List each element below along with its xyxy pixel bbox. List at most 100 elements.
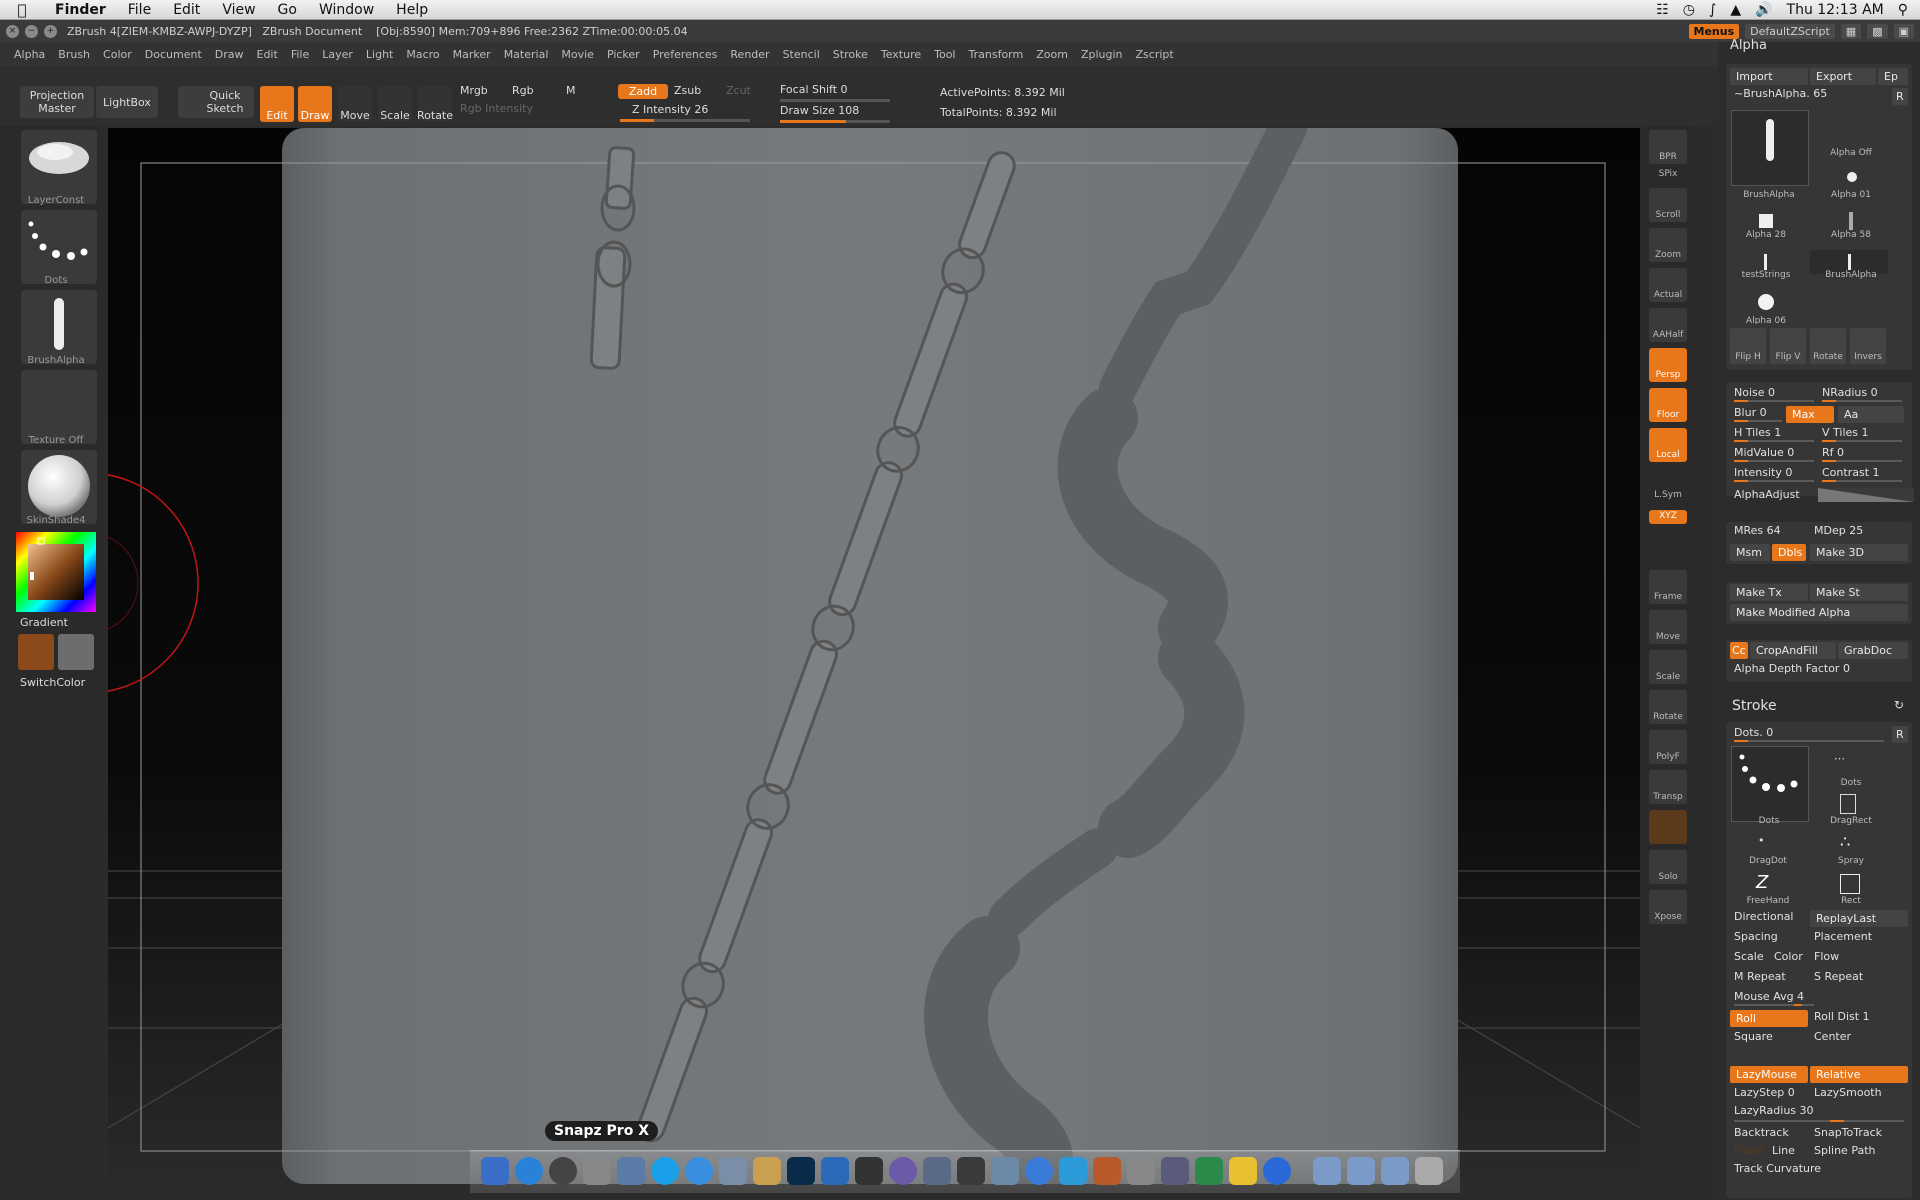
documents-folder-icon[interactable] [1347, 1157, 1375, 1185]
quicktime-icon[interactable] [1263, 1157, 1291, 1185]
msm-button[interactable]: Msm [1730, 544, 1770, 561]
xpose-button[interactable]: Xpose [1649, 890, 1687, 924]
cropandfill-button[interactable]: CropAndFill [1750, 642, 1836, 659]
aahalf-button[interactable]: AAHalf [1649, 308, 1687, 342]
secondary-color-swatch[interactable] [58, 634, 94, 670]
photoshop-icon[interactable] [787, 1157, 815, 1185]
stroke-reset-icon[interactable]: ↻ [1894, 698, 1904, 712]
make3d-button[interactable]: Make 3D [1810, 544, 1908, 561]
zmenu-edit[interactable]: Edit [257, 48, 278, 61]
move-view-button[interactable]: Move [1649, 610, 1687, 644]
zoom-button[interactable]: Zoom [1649, 228, 1687, 262]
defaultzscript-button[interactable]: DefaultZScript [1745, 23, 1835, 39]
intensity-slider[interactable]: Intensity 0 [1734, 466, 1792, 479]
stroke-thumb-dots[interactable] [1731, 746, 1809, 822]
material-thumbnail[interactable] [21, 450, 97, 524]
scale-view-button[interactable]: Scale [1649, 650, 1687, 684]
zmenu-picker[interactable]: Picker [607, 48, 640, 61]
spray-icon[interactable]: ∴ [1840, 832, 1860, 852]
zmenu-marker[interactable]: Marker [453, 48, 491, 61]
local-button[interactable]: Local [1649, 428, 1687, 462]
dragdot-icon[interactable]: • [1758, 834, 1778, 852]
dots-slider[interactable]: Dots. 0 [1734, 726, 1773, 739]
draw-button[interactable]: Draw [298, 86, 332, 122]
roll-dist-slider[interactable]: Roll Dist 1 [1814, 1010, 1870, 1023]
zmenu-stroke[interactable]: Stroke [833, 48, 868, 61]
mouse-avg-slider[interactable]: Mouse Avg 4 [1734, 990, 1804, 1003]
dragrect-icon[interactable] [1840, 794, 1856, 814]
dashboard-icon[interactable] [549, 1157, 577, 1185]
scroll-button[interactable]: Scroll [1649, 188, 1687, 222]
menu-help[interactable]: Help [385, 2, 439, 18]
stroke-palette-title[interactable]: Stroke [1732, 698, 1777, 714]
srepeat-slider[interactable]: S Repeat [1814, 970, 1863, 983]
zmenu-preferences[interactable]: Preferences [653, 48, 718, 61]
spix-slider[interactable]: SPix [1649, 166, 1687, 184]
alpha-r-button[interactable]: R [1892, 88, 1908, 105]
rotate-button[interactable]: Rotate [417, 86, 453, 122]
teststrings-icon[interactable] [1764, 254, 1767, 270]
notes-icon[interactable] [753, 1157, 781, 1185]
zmenu-document[interactable]: Document [145, 48, 202, 61]
zmenu-brush[interactable]: Brush [58, 48, 90, 61]
color-slider[interactable]: Color [1774, 950, 1803, 963]
zmenu-stencil[interactable]: Stencil [783, 48, 820, 61]
zadd-button[interactable]: Zadd [618, 84, 668, 99]
alpha-export-button[interactable]: Export [1810, 68, 1876, 85]
lazymouse-button[interactable]: LazyMouse [1730, 1066, 1808, 1083]
scale-slider[interactable]: Scale [1734, 950, 1764, 963]
app-icon-3[interactable] [1059, 1157, 1087, 1185]
mres-slider[interactable]: MRes 64 [1734, 524, 1781, 537]
actual-button[interactable]: Actual [1649, 268, 1687, 302]
app-icon-4[interactable] [1195, 1157, 1223, 1185]
menus-button[interactable]: Menus [1688, 23, 1740, 39]
wifi-icon[interactable]: ☷ [1656, 2, 1669, 18]
mrepeat-slider[interactable]: M Repeat [1734, 970, 1786, 983]
make-modified-alpha-button[interactable]: Make Modified Alpha [1730, 604, 1908, 621]
z-intensity-slider[interactable] [620, 119, 750, 122]
ghost-button[interactable]: Ghost [1649, 810, 1687, 844]
airport-icon[interactable]: ▲ [1730, 2, 1741, 18]
trash-icon[interactable] [1415, 1157, 1443, 1185]
lazystep-slider[interactable]: LazyStep 0 [1734, 1086, 1795, 1099]
dvd-icon[interactable] [889, 1157, 917, 1185]
alpha-ep-button[interactable]: Ep [1878, 68, 1908, 85]
finder-icon[interactable] [481, 1157, 509, 1185]
invers-button[interactable]: Invers [1850, 328, 1886, 364]
zmenu-zoom[interactable]: Zoom [1036, 48, 1068, 61]
snaptotrack-button[interactable]: SnapToTrack [1814, 1126, 1882, 1139]
alpha-palette-title[interactable]: Alpha [1730, 38, 1767, 53]
zmenu-render[interactable]: Render [730, 48, 769, 61]
texture-thumbnail[interactable] [21, 370, 97, 444]
lazyradius-slider[interactable]: LazyRadius 30 [1734, 1104, 1814, 1117]
midvalue-slider[interactable]: MidValue 0 [1734, 446, 1794, 459]
rotate-view-button[interactable]: Rotate [1649, 690, 1687, 724]
lsym-button[interactable]: L.Sym [1649, 474, 1687, 502]
splinepath-button[interactable]: Spline Path [1814, 1144, 1875, 1157]
preview-icon[interactable] [617, 1157, 645, 1185]
plane-button[interactable]: Plane [1734, 1144, 1764, 1157]
zmenu-zplugin[interactable]: Zplugin [1081, 48, 1123, 61]
menu-window[interactable]: Window [308, 2, 385, 18]
app-icon-1[interactable] [821, 1157, 849, 1185]
floor-button[interactable]: Floor [1649, 388, 1687, 422]
quick-sketch-button[interactable]: Quick Sketch [178, 86, 254, 118]
cc-button[interactable]: Cc [1730, 642, 1748, 659]
spotlight-icon[interactable]: ⚲ [1898, 2, 1908, 18]
frame-button[interactable]: Frame [1649, 570, 1687, 604]
transp-button[interactable]: Transp [1649, 770, 1687, 804]
alpha-thumbnail[interactable] [21, 290, 97, 364]
draw-size-slider[interactable] [780, 120, 890, 123]
noise-slider[interactable]: Noise 0 [1734, 386, 1775, 399]
snapz-pro-icon[interactable] [583, 1157, 611, 1185]
rgb-button[interactable]: Rgb [512, 84, 534, 97]
move-button[interactable]: Move [338, 86, 372, 122]
blur-slider[interactable]: Blur 0 [1734, 406, 1767, 419]
max-button[interactable]: Max [1786, 406, 1834, 423]
alpha-import-button[interactable]: Import [1730, 68, 1808, 85]
menu-view[interactable]: View [211, 2, 266, 18]
iphoto-icon[interactable] [991, 1157, 1019, 1185]
canvas-viewport[interactable] [108, 128, 1640, 1184]
maximize-icon[interactable]: + [44, 24, 57, 38]
xyz-button[interactable]: XYZ [1649, 510, 1687, 524]
